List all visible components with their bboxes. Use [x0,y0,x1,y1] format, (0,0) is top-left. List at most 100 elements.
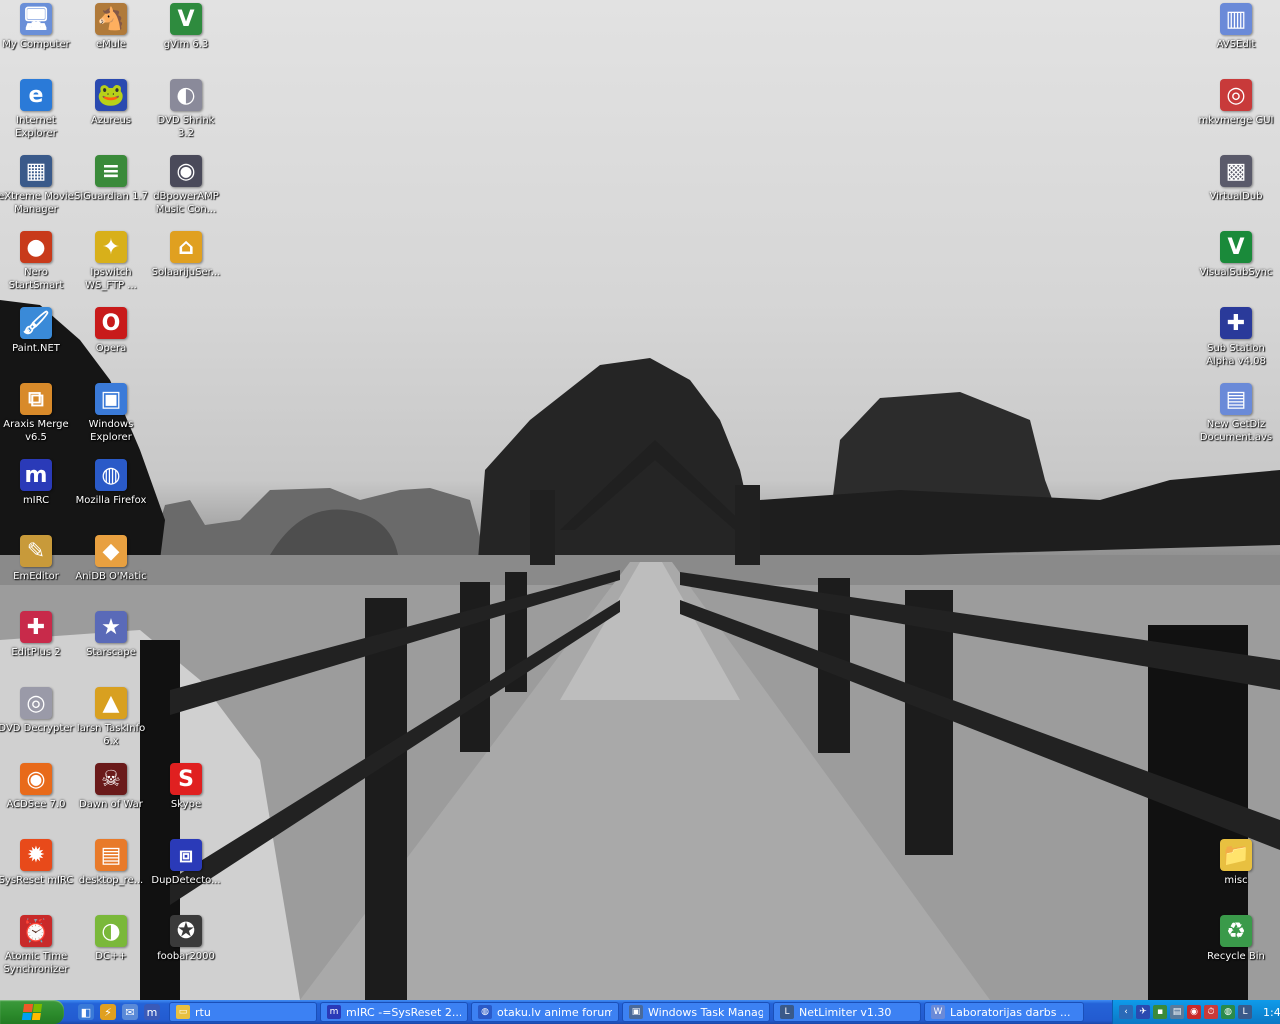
desktop-icon[interactable]: ☠ Dawn of War [73,763,149,811]
desktop-icon[interactable]: ◉ ACDSee 7.0 [0,763,74,811]
desktop-icon-label: Atomic Time Synchronizer [3,951,69,975]
desktop-icon[interactable]: ⧈ DupDetecto... [148,839,224,887]
desktop-icon-label: foobar2000 [157,951,215,962]
desktop-icon-label: Iarsn TaskInfo 6.x [76,723,146,747]
desktop-icon-label: Recycle Bin [1207,951,1265,962]
desktop-icon[interactable]: 🖌 Paint.NET [0,307,74,355]
desktop-icon[interactable]: ▦ eXtreme Movie Manager [0,155,74,216]
emule-icon: 🐴 [95,3,127,35]
desktop-icon-label: Mozilla Firefox [75,495,147,506]
tray-time-icon[interactable]: ⏱ [1204,1005,1218,1019]
taskbar-button[interactable]: L NetLimiter v1.30 [773,1002,921,1022]
taskbar-button-label: Windows Task Manager [648,1005,763,1019]
desktop-icon[interactable]: ◍ Mozilla Firefox [73,459,149,507]
desktop-icon[interactable]: ⌂ SolaarijuSer... [148,231,224,279]
desktop-icon[interactable]: ◉ dBpowerAMP Music Con... [148,155,224,216]
desktop-icon-label: misc [1224,875,1248,886]
desktop-icon[interactable]: 🖥 My Computer [0,3,74,51]
desktop-icon[interactable]: 📁 misc [1198,839,1274,887]
desktop-icon[interactable]: 🐴 eMule [73,3,149,51]
tray-netlimiter-icon[interactable]: L [1238,1005,1252,1019]
tray-globe-icon[interactable]: ◍ [1221,1005,1235,1019]
taskbar-button[interactable]: W Laboratorijas darbs ... [924,1002,1084,1022]
folder-icon: 📁 [1220,839,1252,871]
taskbar-button[interactable]: ▭ rtu [169,1002,317,1022]
desktop-icon-label: EmEditor [13,571,59,582]
tray-arrow-icon[interactable]: ‹ [1119,1005,1133,1019]
visualsubsync-icon: V [1220,231,1252,263]
desktop-icon[interactable]: ⧉ Araxis Merge v6.5 [0,383,74,444]
mirc-quick-icon[interactable]: m [144,1004,160,1020]
virtualdub-icon: ▩ [1220,155,1252,187]
outlook-icon[interactable]: ✉ [122,1004,138,1020]
desktop-icon[interactable]: e Internet Explorer [0,79,74,140]
tray-azureus-icon[interactable]: ✈ [1136,1005,1150,1019]
desktop-icon[interactable]: ▤ New GetDiz Document.avs [1198,383,1274,444]
desktop-icon[interactable]: ◑ DC++ [73,915,149,963]
desktop-icon[interactable]: ◎ DVD Decrypter [0,687,74,735]
desktop-icon[interactable]: ✎ EmEditor [0,535,74,583]
dvd-shrink-icon: ◐ [170,79,202,111]
clock[interactable]: 1:44 [1263,1006,1280,1019]
start-button[interactable] [0,1000,64,1024]
netlimiter-icon: L [780,1005,794,1019]
editplus-icon: ✚ [20,611,52,643]
desktop-icon[interactable]: 🐸 Azureus [73,79,149,127]
desktop-icon-label: My Computer [2,39,70,50]
desktop-icon[interactable]: ≡ SiGuardian 1.7 [73,155,149,203]
taskbar: ◧ ⚡ ✉ m ▭ rtu m mIRC -=SysReset 2.... ◍ otaku.lv… [0,1000,1280,1024]
desktop-icon-label: DupDetecto... [151,875,221,886]
desktop-icon[interactable]: ★ Starscape [73,611,149,659]
desktop-icon[interactable]: S Skype [148,763,224,811]
folder-icon: ▭ [176,1005,190,1019]
desktop-icon[interactable]: ✦ Ipswitch WS_FTP ... [73,231,149,292]
desktop-icon[interactable]: ◎ mkvmerge GUI [1198,79,1274,127]
desktop-icon[interactable]: m mIRC [0,459,74,507]
windows-flag-icon [21,1004,43,1020]
desktop-icon[interactable]: VgVim 6.3 [148,3,224,51]
quick-launch-bar: ◧ ⚡ ✉ m [64,1004,166,1020]
show-desktop-icon[interactable]: ◧ [78,1004,94,1020]
desktop-icon-label: Dawn of War [79,799,143,810]
desktop-icon[interactable]: ✪ foobar2000 [148,915,224,963]
dbpoweramp-icon: ◉ [170,155,202,187]
desktop-icon[interactable]: ▤ desktop_re... [73,839,149,887]
dcpp-icon: ◑ [95,915,127,947]
desktop-icon[interactable]: ◐ DVD Shrink 3.2 [148,79,224,140]
desktop-icon-label: dBpowerAMP Music Con... [153,191,219,215]
taskbar-button[interactable]: ◍ otaku.lv anime forum... [471,1002,619,1022]
desktop-icon[interactable]: O Opera [73,307,149,355]
desktop-icon[interactable]: ⏰ Atomic Time Synchronizer [0,915,74,976]
desktop-icon[interactable]: ▲ Iarsn TaskInfo 6.x [73,687,149,748]
desktop-icon[interactable]: ♻ Recycle Bin [1198,915,1274,963]
desktop-icon-label: VisualSubSync [1199,267,1273,278]
desktop-icon[interactable]: ✚ EditPlus 2 [0,611,74,659]
desktop-icon-label: Paint.NET [12,343,60,354]
desktop-icon-label: eXtreme Movie Manager [0,191,74,215]
desktop-icon-label: Starscape [86,647,136,658]
desktop-icon[interactable]: ● Nero StartSmart [0,231,74,292]
mirc-icon: m [20,459,52,491]
tray-network-icon[interactable]: ▪ [1153,1005,1167,1019]
firefox-icon: ◍ [478,1005,492,1019]
taskbar-button[interactable]: ▣ Windows Task Manager [622,1002,770,1022]
desktop-icon[interactable]: ✹ SysReset mIRC [0,839,74,887]
desktop-icon[interactable]: ▥ AVSEdit [1198,3,1274,51]
acdsee-icon: ◉ [20,763,52,795]
desktop-icon[interactable]: ▩ VirtualDub [1198,155,1274,203]
desktop-icon[interactable]: ▣ Windows Explorer [73,383,149,444]
taskbar-button-label: otaku.lv anime forum... [497,1005,612,1019]
mkvmerge-icon: ◎ [1220,79,1252,111]
tray-monitor-icon[interactable]: ▤ [1170,1005,1184,1019]
desktop-icon-label: mkvmerge GUI [1198,115,1274,126]
desktop-icon-label: Nero StartSmart [8,267,64,291]
desktop-icon[interactable]: V VisualSubSync [1198,231,1274,279]
desktop-icon[interactable]: ✚ Sub Station Alpha v4.08 [1198,307,1274,368]
tray-shield-icon[interactable]: ◉ [1187,1005,1201,1019]
desktop-icon[interactable]: ◆ AniDB O'Matic [73,535,149,583]
taskbar-button[interactable]: m mIRC -=SysReset 2.... [320,1002,468,1022]
desktop[interactable]: 🖥 My Computer 🐴 eMule VgVim 6.3 e Internet Exp… [0,0,1280,1000]
ws-ftp-icon: ✦ [95,231,127,263]
winamp-icon[interactable]: ⚡ [100,1004,116,1020]
desktop-icon-label: AniDB O'Matic [75,571,147,582]
